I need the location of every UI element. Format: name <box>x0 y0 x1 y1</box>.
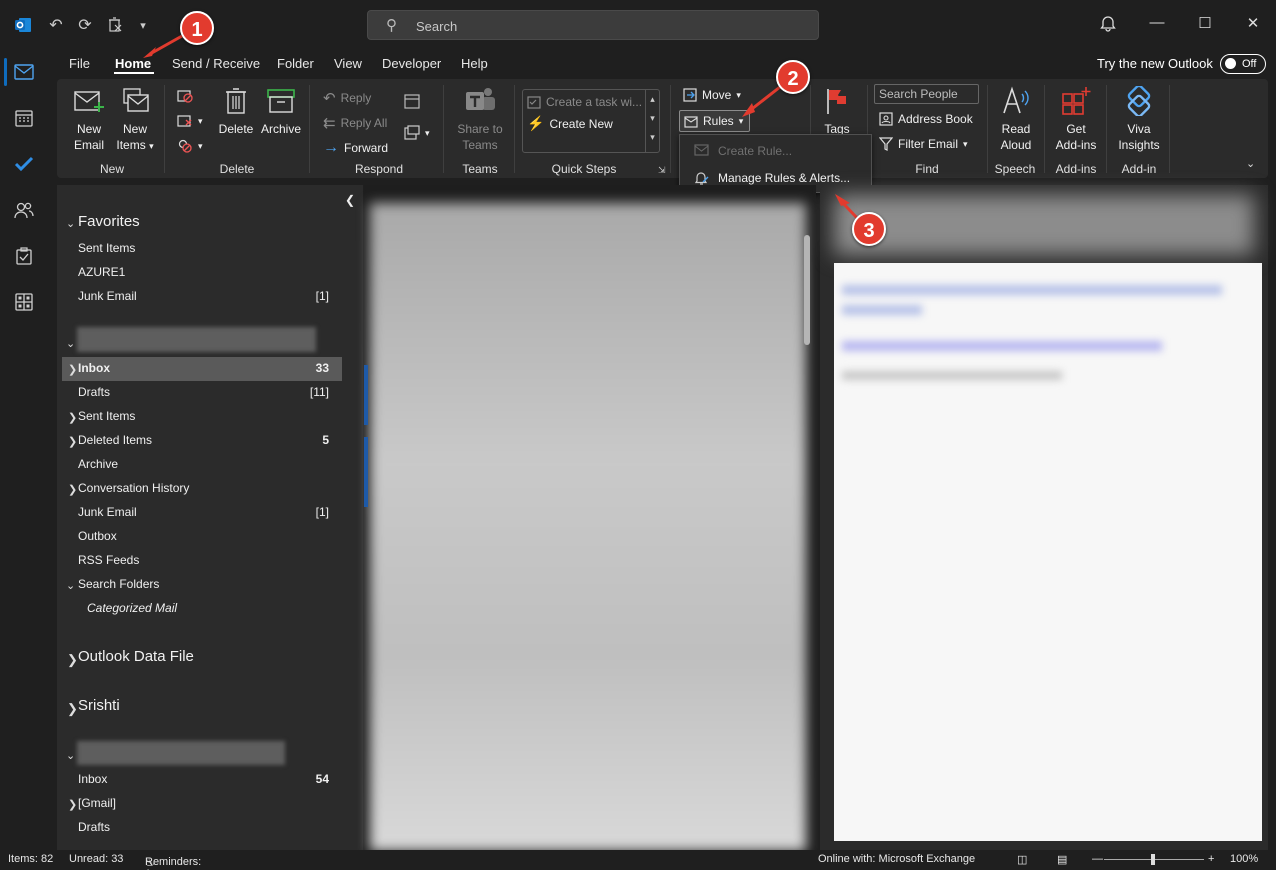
annotation-arrows <box>143 34 860 221</box>
callout-arrowhead-3 <box>835 194 850 206</box>
callout-badge-2: 2 <box>776 60 810 94</box>
callout-arrowhead-2 <box>742 103 755 117</box>
outlook-window: ↶ ⟳ ▾ ⚲ Search — ☐ ✕ File Home Send / Re… <box>0 0 1276 870</box>
callout-arrow-1 <box>149 34 183 56</box>
callout-badge-3: 3 <box>852 212 886 246</box>
callout-badge-1: 1 <box>180 11 214 45</box>
